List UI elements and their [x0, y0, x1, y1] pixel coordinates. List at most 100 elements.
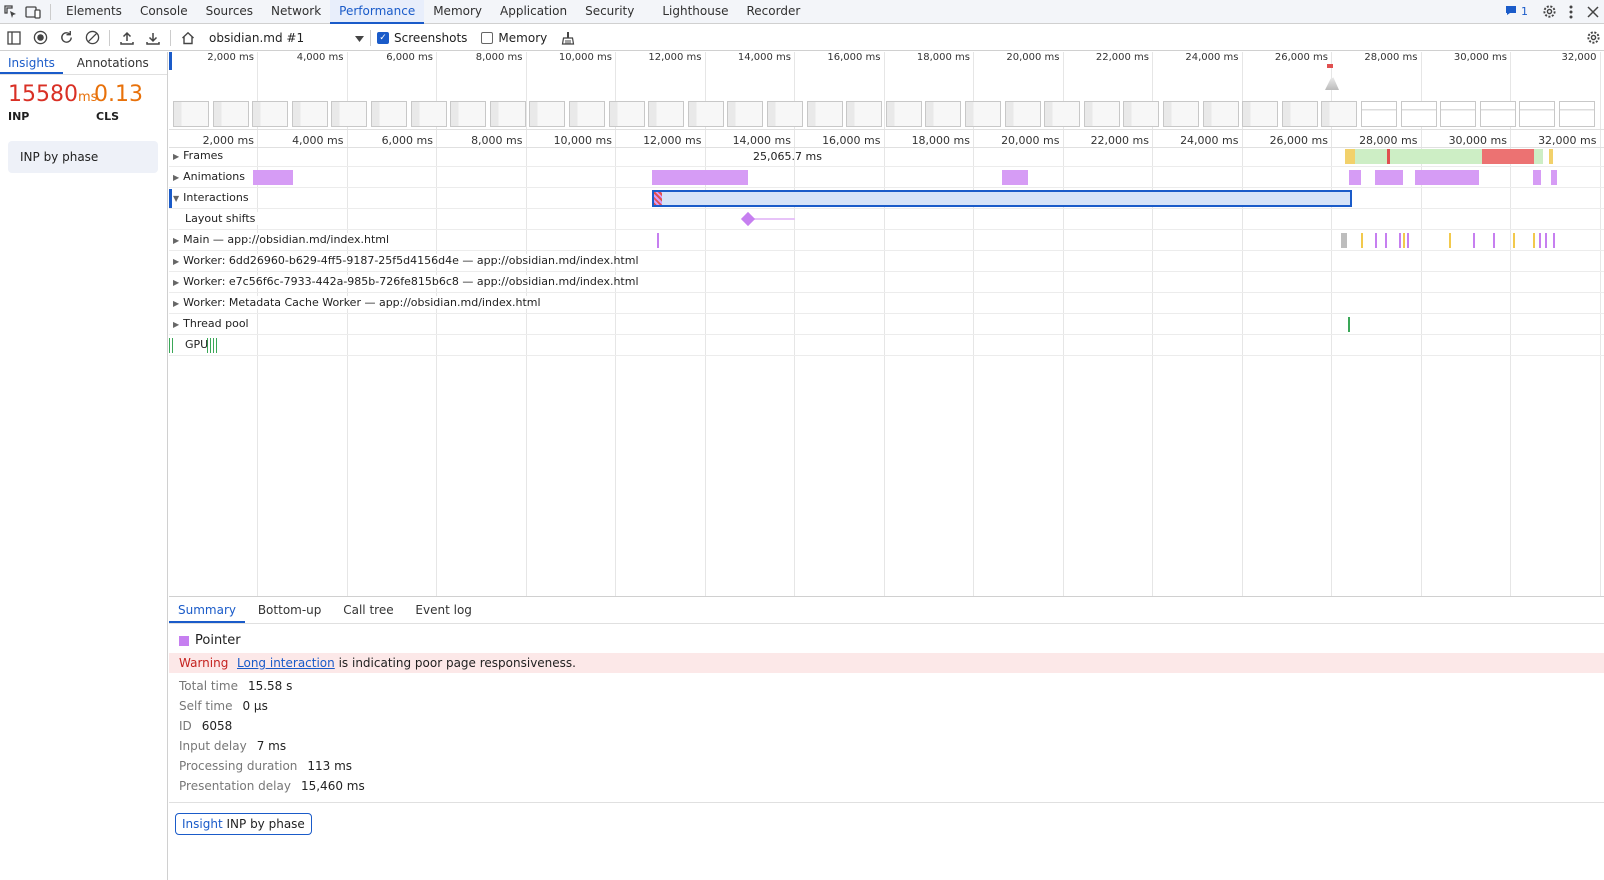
screenshot-thumbnail[interactable] — [1281, 101, 1318, 127]
tab-security[interactable]: Security — [576, 0, 643, 24]
screenshot-thumbnail[interactable] — [965, 101, 1001, 127]
animation-block[interactable] — [1551, 170, 1557, 185]
close-devtools-icon[interactable] — [1582, 1, 1604, 23]
timeline[interactable]: 2,000 ms 4,000 ms 6,000 ms 8,000 ms 10,000 m… — [169, 52, 1604, 596]
tab-bottom-up[interactable]: Bottom-up — [249, 597, 331, 623]
long-interaction-link[interactable]: Long interaction — [237, 656, 335, 670]
capture-settings-gear-icon[interactable] — [1582, 27, 1604, 49]
animation-block[interactable] — [1375, 170, 1403, 185]
track-frames[interactable]: ▶ Frames 25,065.7 ms — [169, 146, 1604, 167]
garbage-collect-broom-icon[interactable] — [557, 27, 579, 49]
screenshot-thumbnail[interactable] — [1519, 101, 1556, 127]
track-worker-2[interactable]: ▶ Worker: e7c56f6c-7933-442a-985b-726fe81… — [169, 272, 1604, 293]
screenshot-thumbnail[interactable] — [1202, 101, 1239, 127]
tab-elements[interactable]: Elements — [57, 0, 131, 24]
tab-insights[interactable]: Insights — [0, 52, 63, 74]
track-metadata-worker[interactable]: ▶ Worker: Metadata Cache Worker — app://o… — [169, 293, 1604, 314]
screenshot-thumbnail[interactable] — [371, 101, 407, 127]
interaction-pointer-selected[interactable] — [652, 190, 1352, 207]
settings-gear-icon[interactable] — [1538, 1, 1560, 23]
screenshot-thumbnail[interactable] — [806, 101, 843, 127]
reload-record-icon[interactable] — [55, 27, 77, 49]
screenshot-thumbnail[interactable] — [1123, 101, 1160, 127]
screenshot-thumbnail[interactable] — [1361, 101, 1397, 127]
insight-inp-by-phase[interactable]: INP by phase — [8, 141, 158, 173]
screenshot-thumbnail[interactable] — [410, 101, 447, 127]
more-options-icon[interactable] — [1560, 1, 1582, 23]
screenshot-thumbnail[interactable] — [1163, 101, 1199, 127]
tab-application[interactable]: Application — [491, 0, 576, 24]
home-icon[interactable] — [177, 27, 199, 49]
animation-block[interactable] — [1349, 170, 1361, 185]
animation-block[interactable] — [652, 170, 748, 185]
track-frames-label[interactable]: ▶ Frames — [173, 149, 227, 162]
screenshot-thumbnail[interactable] — [1004, 101, 1041, 127]
tab-console[interactable]: Console — [131, 0, 197, 24]
screenshot-thumbnail[interactable] — [252, 101, 289, 127]
screenshot-thumbnail[interactable] — [291, 101, 328, 127]
track-layout-shifts[interactable]: Layout shifts — [169, 209, 1604, 230]
screenshot-thumbnail[interactable] — [489, 101, 526, 127]
screenshot-thumbnail[interactable] — [687, 101, 724, 127]
tab-event-log[interactable]: Event log — [406, 597, 480, 623]
upload-profile-icon[interactable] — [116, 27, 138, 49]
screenshot-thumbnail[interactable] — [1083, 101, 1120, 127]
screenshot-thumbnail[interactable] — [1242, 101, 1279, 127]
screenshot-thumbnail[interactable] — [529, 101, 566, 127]
screenshot-thumbnail[interactable] — [569, 101, 605, 127]
layout-shift-diamond[interactable] — [740, 211, 756, 227]
track-metadata-worker-label[interactable]: ▶ Worker: Metadata Cache Worker — app://o… — [173, 296, 544, 309]
overview-scroll-handle[interactable] — [169, 52, 172, 70]
animation-block[interactable] — [1533, 170, 1541, 185]
tab-sources[interactable]: Sources — [197, 0, 262, 24]
screenshot-thumbnail[interactable] — [925, 101, 962, 127]
tab-summary[interactable]: Summary — [169, 597, 245, 623]
track-interactions-label[interactable]: ▼ Interactions — [173, 191, 252, 204]
record-icon[interactable] — [29, 27, 51, 49]
tab-annotations[interactable]: Annotations — [69, 52, 157, 74]
tab-memory[interactable]: Memory — [424, 0, 491, 24]
track-thread-pool-label[interactable]: ▶ Thread pool — [173, 317, 252, 330]
screenshot-thumbnail[interactable] — [331, 101, 368, 127]
track-worker-2-label[interactable]: ▶ Worker: e7c56f6c-7933-442a-985b-726fe81… — [173, 275, 642, 288]
track-worker-1-label[interactable]: ▶ Worker: 6dd26960-b629-4ff5-9187-25f5d41… — [173, 254, 642, 267]
overview-pane[interactable]: 2,000 ms 4,000 ms 6,000 ms 8,000 ms 10,000 m… — [169, 52, 1604, 98]
inspect-element-icon[interactable] — [0, 1, 22, 23]
screenshots-checkbox[interactable]: ✓ — [377, 31, 389, 44]
track-worker-1[interactable]: ▶ Worker: 6dd26960-b629-4ff5-9187-25f5d41… — [169, 251, 1604, 272]
clear-icon[interactable] — [81, 27, 103, 49]
track-interactions[interactable]: ▼ Interactions — [169, 188, 1604, 209]
cls-metric[interactable]: 0.13 — [94, 82, 143, 107]
screenshot-thumbnail[interactable] — [608, 101, 645, 127]
screenshot-thumbnail[interactable] — [1321, 101, 1358, 127]
tab-call-tree[interactable]: Call tree — [334, 597, 402, 623]
screenshot-thumbnail[interactable] — [1400, 101, 1437, 127]
animation-block[interactable] — [253, 170, 293, 185]
track-main-label[interactable]: ▶ Main — app://obsidian.md/index.html — [173, 233, 393, 246]
screenshot-thumbnail[interactable] — [450, 101, 487, 127]
tab-performance[interactable]: Performance — [330, 0, 425, 24]
track-main[interactable]: ▶ Main — app://obsidian.md/index.html — [169, 230, 1604, 251]
track-thread-pool[interactable]: ▶ Thread pool — [169, 314, 1604, 335]
screenshot-thumbnail[interactable] — [1044, 101, 1081, 127]
issues-counter[interactable]: 1 — [1505, 5, 1528, 19]
inp-metric[interactable]: 15580ms — [8, 82, 97, 107]
animation-block[interactable] — [1002, 170, 1028, 185]
track-gpu[interactable]: GPU — [169, 335, 1604, 356]
screenshot-thumbnail[interactable] — [1559, 101, 1595, 127]
screenshot-thumbnail[interactable] — [767, 101, 803, 127]
screenshot-thumbnail[interactable] — [727, 101, 764, 127]
screenshot-thumbnail[interactable] — [1440, 101, 1477, 127]
screenshot-thumbnail[interactable] — [1479, 101, 1516, 127]
tab-network[interactable]: Network — [262, 0, 330, 24]
screenshot-thumbnail[interactable] — [173, 101, 209, 127]
tab-recorder[interactable]: Recorder — [738, 0, 810, 24]
screenshot-thumbnail[interactable] — [212, 101, 249, 127]
track-animations-label[interactable]: ▶ Animations — [173, 170, 248, 183]
insight-chip[interactable]: Insight INP by phase — [175, 813, 312, 835]
screenshot-thumbnail[interactable] — [648, 101, 685, 127]
screenshots-strip[interactable] — [169, 98, 1604, 130]
recording-select[interactable]: obsidian.md #1 — [209, 28, 364, 48]
screenshot-thumbnail[interactable] — [846, 101, 883, 127]
screenshot-thumbnail[interactable] — [885, 101, 922, 127]
